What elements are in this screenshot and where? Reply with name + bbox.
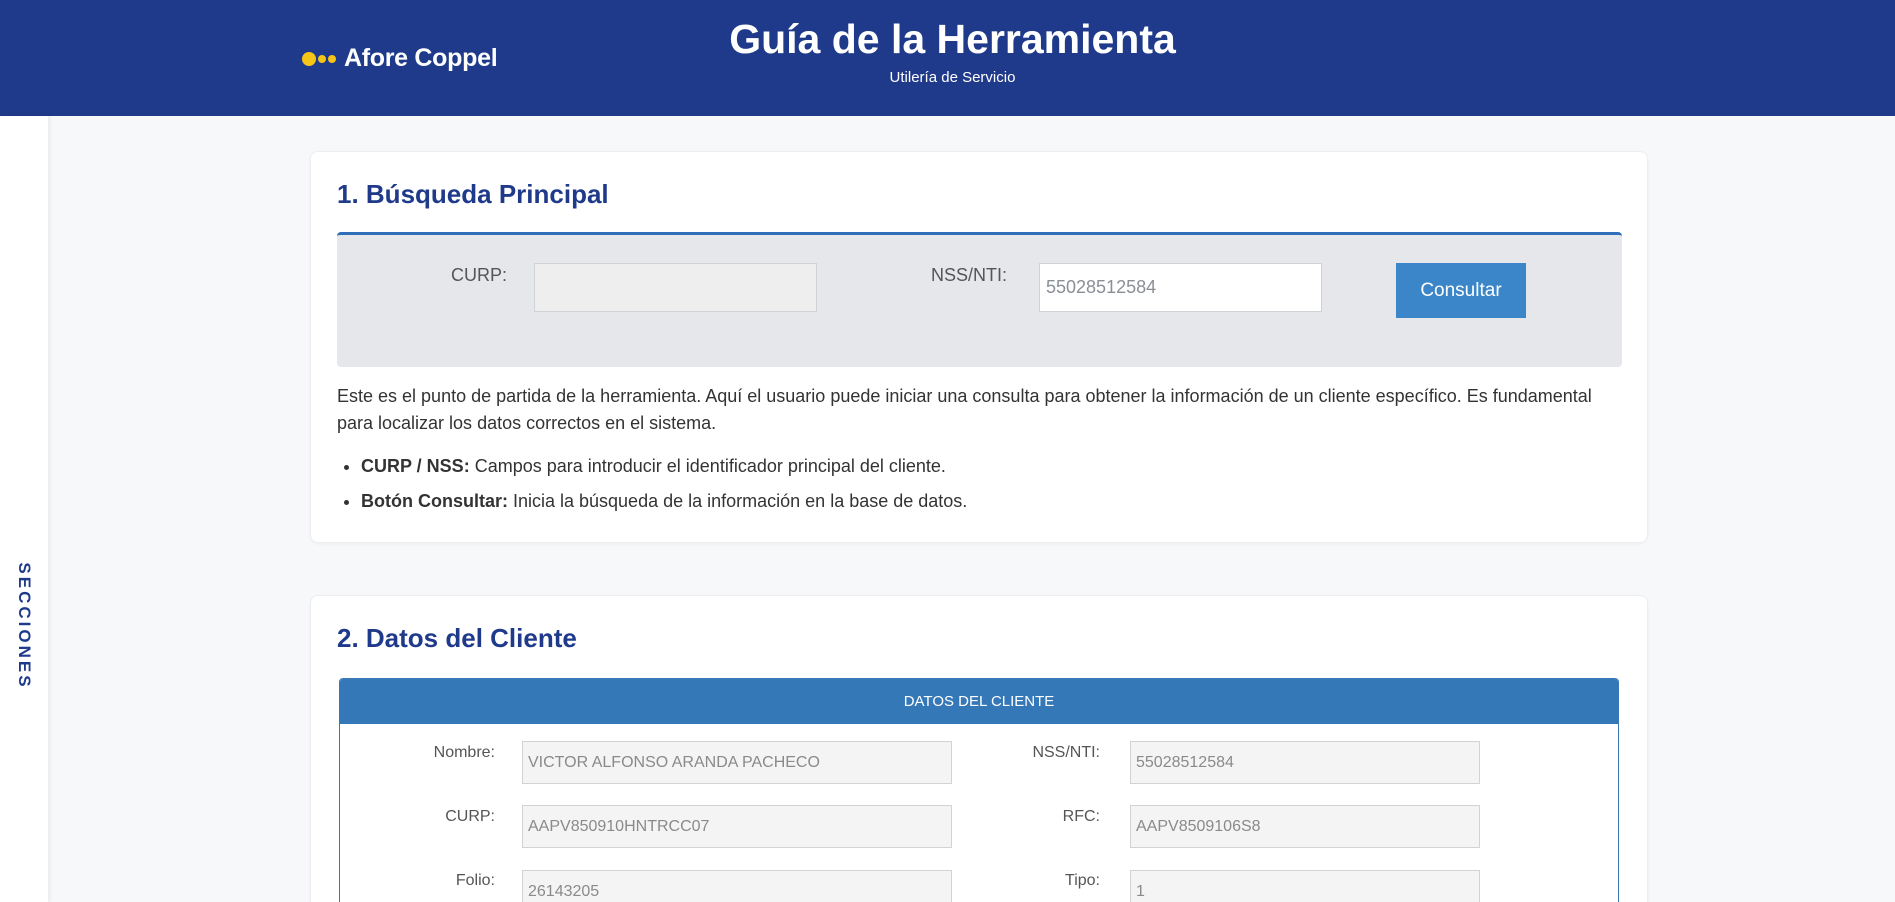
section-description: Este es el punto de partida de la herram…: [337, 386, 1592, 433]
list-item: CURP / NSS: Campos para introducir el id…: [361, 454, 967, 478]
curp-label: CURP:: [445, 808, 495, 825]
top-header: Afore Coppel Guía de la Herramienta Util…: [0, 0, 1895, 116]
client-data-panel: DATOS DEL CLIENTE Nombre: NSS/NTI: CURP:…: [339, 678, 1619, 902]
nombre-field[interactable]: [522, 741, 952, 784]
search-panel: CURP: NSS/NTI: Consultar: [337, 232, 1622, 367]
sections-sidebar[interactable]: SECCIONES: [0, 116, 48, 902]
section-datos-cliente: 2. Datos del Cliente DATOS DEL CLIENTE N…: [310, 595, 1648, 902]
curp-field[interactable]: [522, 805, 952, 848]
list-item: Botón Consultar: Inicia la búsqueda de l…: [361, 489, 967, 513]
section-title: 2. Datos del Cliente: [337, 623, 577, 653]
consultar-button[interactable]: Consultar: [1396, 263, 1526, 318]
section-busqueda-principal: 1. Búsqueda Principal CURP: NSS/NTI: Con…: [310, 151, 1648, 543]
nss-label: NSS/NTI:: [1032, 744, 1100, 761]
folio-label: Folio:: [455, 872, 495, 889]
list-item-term: CURP / NSS:: [361, 456, 470, 476]
page-subtitle: Utilería de Servicio: [889, 69, 1016, 86]
rfc-label: RFC:: [1062, 808, 1100, 825]
section-title: 1. Búsqueda Principal: [337, 179, 609, 209]
rfc-field[interactable]: [1130, 805, 1480, 848]
curp-input[interactable]: [534, 263, 817, 312]
nombre-label: Nombre:: [433, 744, 495, 761]
folio-field[interactable]: [522, 870, 952, 902]
curp-label: CURP:: [450, 265, 507, 285]
tipo-field[interactable]: [1130, 870, 1480, 902]
nss-input[interactable]: [1039, 263, 1322, 312]
feature-list: CURP / NSS: Campos para introducir el id…: [361, 454, 967, 524]
list-item-text: Inicia la búsqueda de la información en …: [507, 491, 968, 511]
list-item-text: Campos para introducir el identificador …: [469, 456, 946, 476]
page-title: Guía de la Herramienta: [729, 16, 1176, 62]
tipo-label: Tipo:: [1065, 872, 1100, 889]
nss-label: NSS/NTI:: [930, 265, 1007, 285]
panel-header: DATOS DEL CLIENTE: [340, 679, 1618, 724]
nss-field[interactable]: [1130, 741, 1480, 784]
list-item-term: Botón Consultar:: [361, 491, 508, 511]
sidebar-toggle-label[interactable]: SECCIONES: [14, 562, 34, 689]
